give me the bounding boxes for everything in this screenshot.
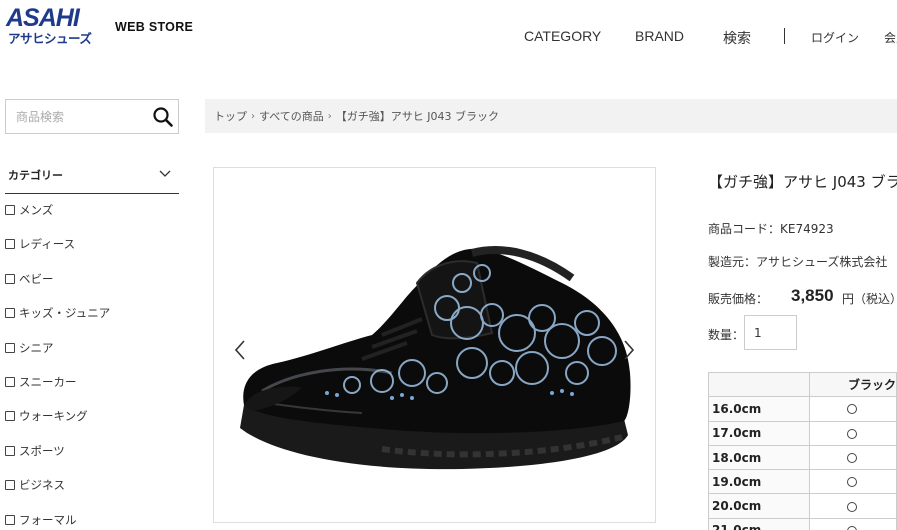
- nav-login[interactable]: ログイン: [811, 29, 859, 49]
- price-unit: 円（税込）: [842, 292, 897, 306]
- category-label: ビジネス: [19, 478, 65, 493]
- category-label: メンズ: [19, 203, 54, 217]
- size-radio[interactable]: [846, 428, 857, 439]
- chevron-left-icon[interactable]: [232, 338, 248, 362]
- size-radio[interactable]: [846, 404, 857, 415]
- radio-cell: [808, 420, 897, 446]
- price-label: 販売価格：: [708, 292, 769, 306]
- size-label: 20.0cm: [708, 493, 810, 519]
- checkbox[interactable]: [5, 376, 15, 387]
- product-title: 【ガチ強】アサヒ J043 ブラック: [708, 173, 897, 191]
- radio-cell: [808, 396, 897, 422]
- chevron-right-icon: ›: [327, 110, 332, 122]
- breadcrumb-top[interactable]: トップ: [214, 108, 247, 124]
- table-row: 17.0cm: [708, 420, 897, 446]
- category-item-sports[interactable]: スポーツ: [5, 443, 179, 477]
- table-row: 19.0cm: [708, 469, 897, 495]
- checkbox[interactable]: [5, 273, 15, 284]
- radio-cell: [808, 444, 897, 471]
- checkbox[interactable]: [5, 205, 15, 215]
- checkbox[interactable]: [5, 308, 15, 319]
- category-title: カテゴリー: [8, 169, 63, 182]
- category-item-mens[interactable]: メンズ: [5, 202, 179, 236]
- category-item-walking[interactable]: ウォーキング: [5, 408, 179, 442]
- size-radio[interactable]: [846, 453, 857, 464]
- table-row: 20.0cm: [708, 493, 897, 519]
- radio-cell: [808, 517, 897, 530]
- chevron-down-icon: [159, 170, 171, 177]
- category-item-ladies[interactable]: レディース: [5, 236, 179, 270]
- product-maker: 製造元：アサヒシューズ株式会社: [708, 255, 888, 269]
- quantity-label: 数量：: [708, 328, 745, 342]
- nav-divider: [784, 28, 785, 44]
- search-input[interactable]: [6, 100, 146, 133]
- radio-cell: [808, 493, 897, 519]
- quantity-input[interactable]: [744, 315, 797, 350]
- search-icon[interactable]: [152, 106, 174, 128]
- category-label: スポーツ: [19, 443, 65, 458]
- category-item-senior[interactable]: シニア: [5, 340, 179, 374]
- sidebar-search: [5, 99, 179, 134]
- category-label: シニア: [19, 340, 54, 355]
- category-label: フォーマル: [19, 512, 77, 527]
- category-accordion[interactable]: カテゴリー: [5, 164, 179, 194]
- category-item-baby[interactable]: ベビー: [5, 271, 179, 305]
- size-column-header: [708, 371, 810, 398]
- category-label: スニーカー: [19, 374, 77, 389]
- size-table: ブラック 16.0cm 17.0cm 18.0cm 19.0cm 20.0cm …: [708, 371, 897, 530]
- category-item-sneaker[interactable]: スニーカー: [5, 374, 179, 408]
- checkbox[interactable]: [5, 480, 15, 491]
- site-logo[interactable]: ASAHI アサヒシューズ: [6, 6, 106, 50]
- chevron-right-icon: ›: [251, 110, 255, 122]
- category-label: キッズ・ジュニア: [19, 306, 111, 321]
- store-label: WEB STORE: [115, 20, 194, 34]
- product-code: 商品コード：KE74923: [708, 222, 834, 236]
- nav-search[interactable]: 検索: [723, 28, 751, 48]
- color-column-header: ブラック: [808, 371, 897, 398]
- nav-category[interactable]: CATEGORY: [524, 28, 601, 48]
- checkbox[interactable]: [5, 342, 15, 353]
- logo-wordmark: ASAHI: [6, 4, 80, 32]
- logo-katakana: アサヒシューズ: [8, 31, 92, 46]
- breadcrumb-all-products[interactable]: すべての商品: [259, 108, 324, 124]
- size-radio[interactable]: [846, 501, 857, 512]
- table-row: 16.0cm: [708, 396, 897, 422]
- chevron-right-icon[interactable]: [621, 338, 637, 362]
- category-item-formal[interactable]: フォーマル: [5, 512, 179, 530]
- size-label: 21.0cm: [708, 517, 810, 530]
- category-label: ベビー: [19, 271, 54, 286]
- table-row: 21.0cm: [708, 517, 897, 530]
- category-list: メンズ レディース ベビー キッズ・ジュニア シニア スニーカー ウォーキング …: [5, 202, 179, 530]
- radio-cell: [808, 469, 897, 495]
- checkbox[interactable]: [5, 411, 15, 422]
- size-radio[interactable]: [846, 525, 857, 530]
- size-label: 19.0cm: [708, 469, 810, 495]
- breadcrumb: トップ › すべての商品 › 【ガチ強】アサヒ J043 ブラック: [205, 99, 897, 133]
- table-row: 18.0cm: [708, 444, 897, 471]
- nav-member[interactable]: 会員: [884, 29, 897, 49]
- size-label: 16.0cm: [708, 396, 810, 422]
- nav-brand[interactable]: BRAND: [635, 28, 684, 48]
- size-table-header: ブラック: [708, 371, 897, 398]
- checkbox[interactable]: [5, 445, 15, 456]
- category-item-business[interactable]: ビジネス: [5, 477, 179, 511]
- checkbox[interactable]: [5, 514, 15, 525]
- category-label: ウォーキング: [19, 409, 88, 424]
- category-label: レディース: [19, 237, 76, 252]
- product-price: 3,850: [791, 286, 834, 305]
- product-image-gallery: [213, 167, 656, 523]
- checkbox[interactable]: [5, 239, 15, 250]
- size-label: 18.0cm: [708, 444, 810, 471]
- category-item-kids[interactable]: キッズ・ジュニア: [5, 305, 179, 339]
- product-image: [240, 246, 631, 470]
- size-radio[interactable]: [846, 477, 857, 488]
- breadcrumb-current: 【ガチ強】アサヒ J043 ブラック: [335, 110, 500, 123]
- size-label: 17.0cm: [708, 420, 810, 446]
